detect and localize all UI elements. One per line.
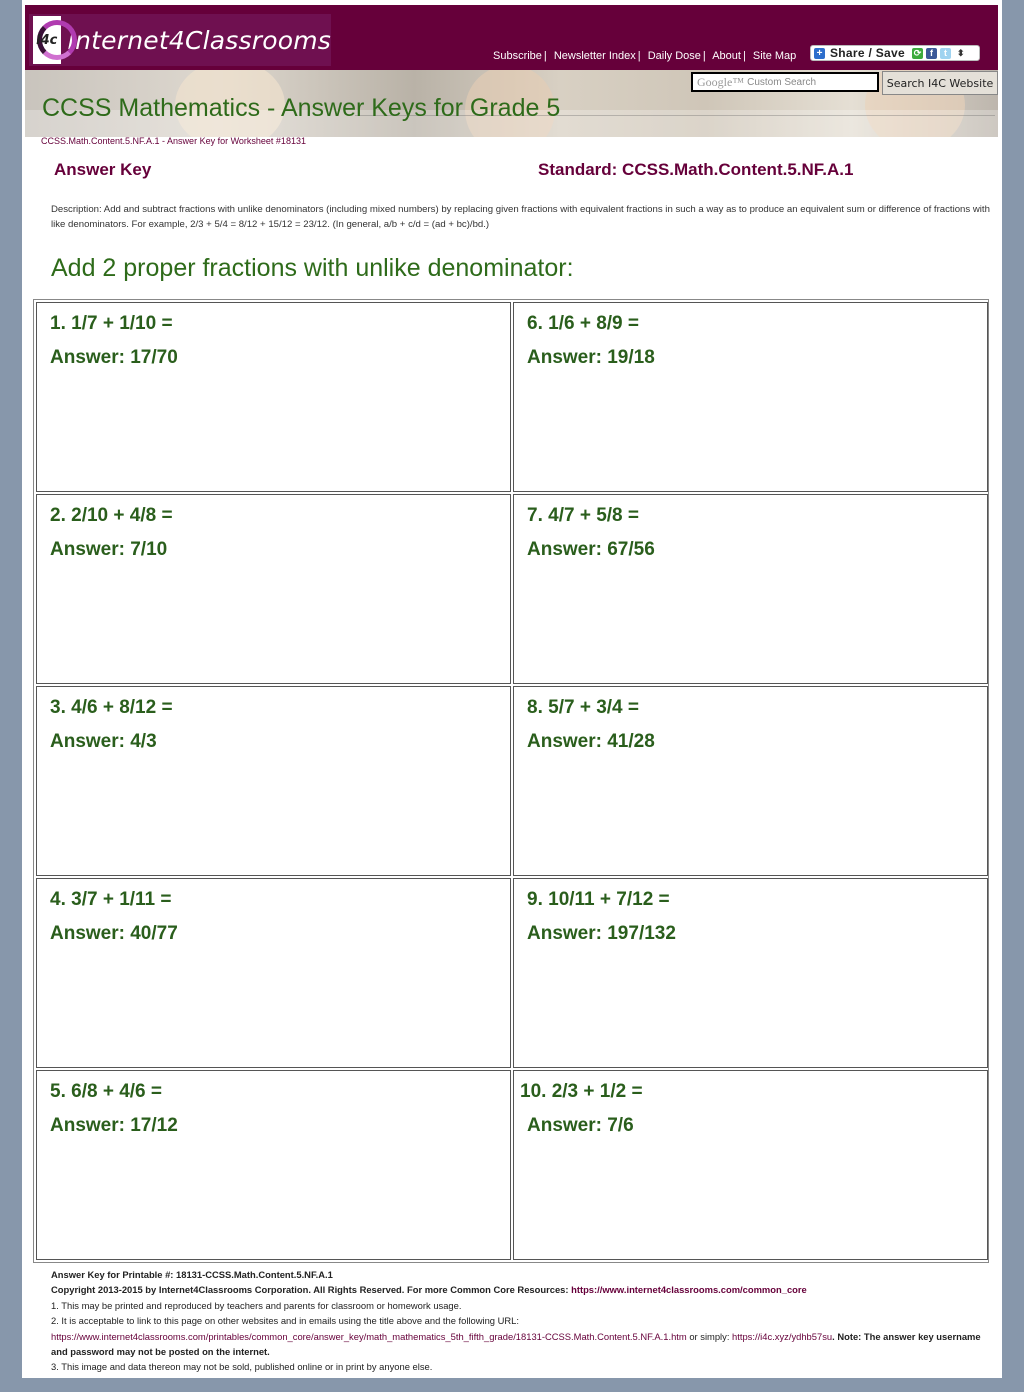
nav-separator: |: [637, 50, 641, 62]
problem-answer: Answer: 17/12: [50, 1115, 178, 1136]
logo-text: Internet4Classrooms: [67, 25, 331, 55]
search-placeholder: Custom Search: [747, 76, 817, 88]
problem-answer: Answer: 19/18: [527, 347, 655, 368]
share-plus-icon: +: [814, 47, 825, 59]
problem-cell: 4. 3/7 + 1/11 = Answer: 40/77: [36, 878, 511, 1068]
email-share-icon[interactable]: ⟳: [911, 47, 923, 59]
footer-note-3: 3. This image and data thereon may not b…: [51, 1361, 433, 1373]
nav-separator: |: [702, 50, 706, 62]
twitter-icon[interactable]: t: [939, 47, 951, 59]
logo-badge-text: i4c: [36, 32, 58, 48]
footer-copyright: Copyright 2013-2015 by Internet4Classroo…: [51, 1282, 996, 1297]
problem-answer: Answer: 41/28: [527, 731, 655, 752]
footer-url-line: https://www.internet4classrooms.com/prin…: [51, 1329, 996, 1360]
page-title: CCSS Mathematics - Answer Keys for Grade…: [42, 94, 561, 122]
problem-cell: 5. 6/8 + 4/6 = Answer: 17/12: [36, 1070, 511, 1260]
breadcrumb[interactable]: CCSS.Math.Content.5.NF.A.1 - Answer Key …: [41, 136, 306, 146]
copyright-text: Copyright 2013-2015 by Internet4Classroo…: [51, 1284, 572, 1296]
problem-cell: 6. 1/6 + 8/9 = Answer: 19/18: [513, 302, 988, 492]
problem-question: 1. 1/7 + 1/10 =: [50, 313, 173, 334]
problem-question: 6. 1/6 + 8/9 =: [527, 313, 639, 334]
problem-answer: Answer: 7/10: [50, 539, 168, 560]
problem-question: 8. 5/7 + 3/4 =: [527, 697, 639, 718]
search-button[interactable]: Search I4C Website: [882, 71, 998, 95]
problem-cell: 3. 4/6 + 8/12 = Answer: 4/3: [36, 686, 511, 876]
banner: CCSS Mathematics - Answer Keys for Grade…: [25, 70, 998, 137]
section-heading: Add 2 proper fractions with unlike denom…: [51, 254, 574, 282]
nav-separator: |: [543, 50, 547, 62]
top-nav: Subscribe | Newsletter Index | Daily Dose |…: [493, 50, 796, 62]
problem-question: 9. 10/11 + 7/12 =: [527, 889, 670, 910]
footer-note-1: 1. This may be printed and reproduced by…: [51, 1299, 462, 1311]
footer: Answer Key for Printable #: 18131-CCSS.M…: [51, 1267, 996, 1375]
nav-about[interactable]: About: [712, 50, 741, 62]
problem-cell: 2. 2/10 + 4/8 = Answer: 7/10: [36, 494, 511, 684]
google-logo: Google™: [697, 74, 745, 89]
description: Description: Add and subtract fractions …: [51, 204, 990, 230]
page: i4c Internet4Classrooms Subscribe | Newsl…: [22, 0, 1002, 1378]
problem-question: 7. 4/7 + 5/8 =: [527, 505, 639, 526]
nav-daily-dose[interactable]: Daily Dose: [648, 50, 701, 62]
answer-key-title: Answer Key: [54, 160, 152, 179]
problem-answer: Answer: 7/6: [527, 1115, 634, 1136]
site-header: i4c Internet4Classrooms Subscribe | Newsl…: [25, 5, 998, 70]
footer-printable-id: Answer Key for Printable #: 18131-CCSS.M…: [51, 1269, 333, 1280]
problem-answer: Answer: 40/77: [50, 923, 178, 944]
problem-question: 4. 3/7 + 1/11 =: [50, 889, 172, 910]
problem-answer: Answer: 67/56: [527, 539, 655, 560]
short-url-link[interactable]: https://i4c.xyz/ydhb57su: [732, 1331, 832, 1342]
problem-question: 10. 2/3 + 1/2 =: [520, 1081, 643, 1102]
problems-grid: 1. 1/7 + 1/10 = Answer: 17/70 6. 1/6 + 8…: [33, 299, 989, 1263]
nav-subscribe[interactable]: Subscribe: [493, 50, 542, 62]
facebook-icon[interactable]: f: [925, 47, 937, 59]
problem-cell: 9. 10/11 + 7/12 = Answer: 197/132: [513, 878, 988, 1068]
standard-label: Standard: CCSS.Math.Content.5.NF.A.1: [538, 160, 854, 179]
problem-cell: 1. 1/7 + 1/10 = Answer: 17/70: [36, 302, 511, 492]
share-save-button[interactable]: + Share / Save ⟳ f t ⬍: [810, 45, 980, 61]
problem-answer: Answer: 17/70: [50, 347, 178, 368]
problem-question: 5. 6/8 + 4/6 =: [50, 1081, 162, 1102]
site-logo[interactable]: i4c Internet4Classrooms: [29, 14, 331, 66]
problem-cell: 8. 5/7 + 3/4 = Answer: 41/28: [513, 686, 988, 876]
worksheet-url-link[interactable]: https://www.internet4classrooms.com/prin…: [51, 1331, 687, 1342]
problem-answer: Answer: 197/132: [527, 923, 676, 944]
problem-cell: 10. 2/3 + 1/2 = Answer: 7/6: [513, 1070, 988, 1260]
i4c-logo-icon: i4c: [33, 16, 77, 64]
problem-question: 2. 2/10 + 4/8 =: [50, 505, 173, 526]
problem-cell: 7. 4/7 + 5/8 = Answer: 67/56: [513, 494, 988, 684]
search-input[interactable]: Google™ Custom Search: [691, 72, 879, 92]
nav-site-map[interactable]: Site Map: [753, 50, 796, 62]
problem-question: 3. 4/6 + 8/12 =: [50, 697, 173, 718]
problem-answer: Answer: 4/3: [50, 731, 157, 752]
footer-note-2: 2. It is acceptable to link to this page…: [51, 1315, 519, 1327]
or-simply-text: or simply:: [686, 1330, 733, 1342]
nav-newsletter-index[interactable]: Newsletter Index: [554, 50, 636, 62]
nav-separator: |: [742, 50, 746, 62]
expand-arrows-icon[interactable]: ⬍: [957, 48, 965, 59]
share-label: Share / Save: [830, 46, 905, 60]
common-core-link[interactable]: https://www.internet4classrooms.com/comm…: [571, 1284, 807, 1295]
